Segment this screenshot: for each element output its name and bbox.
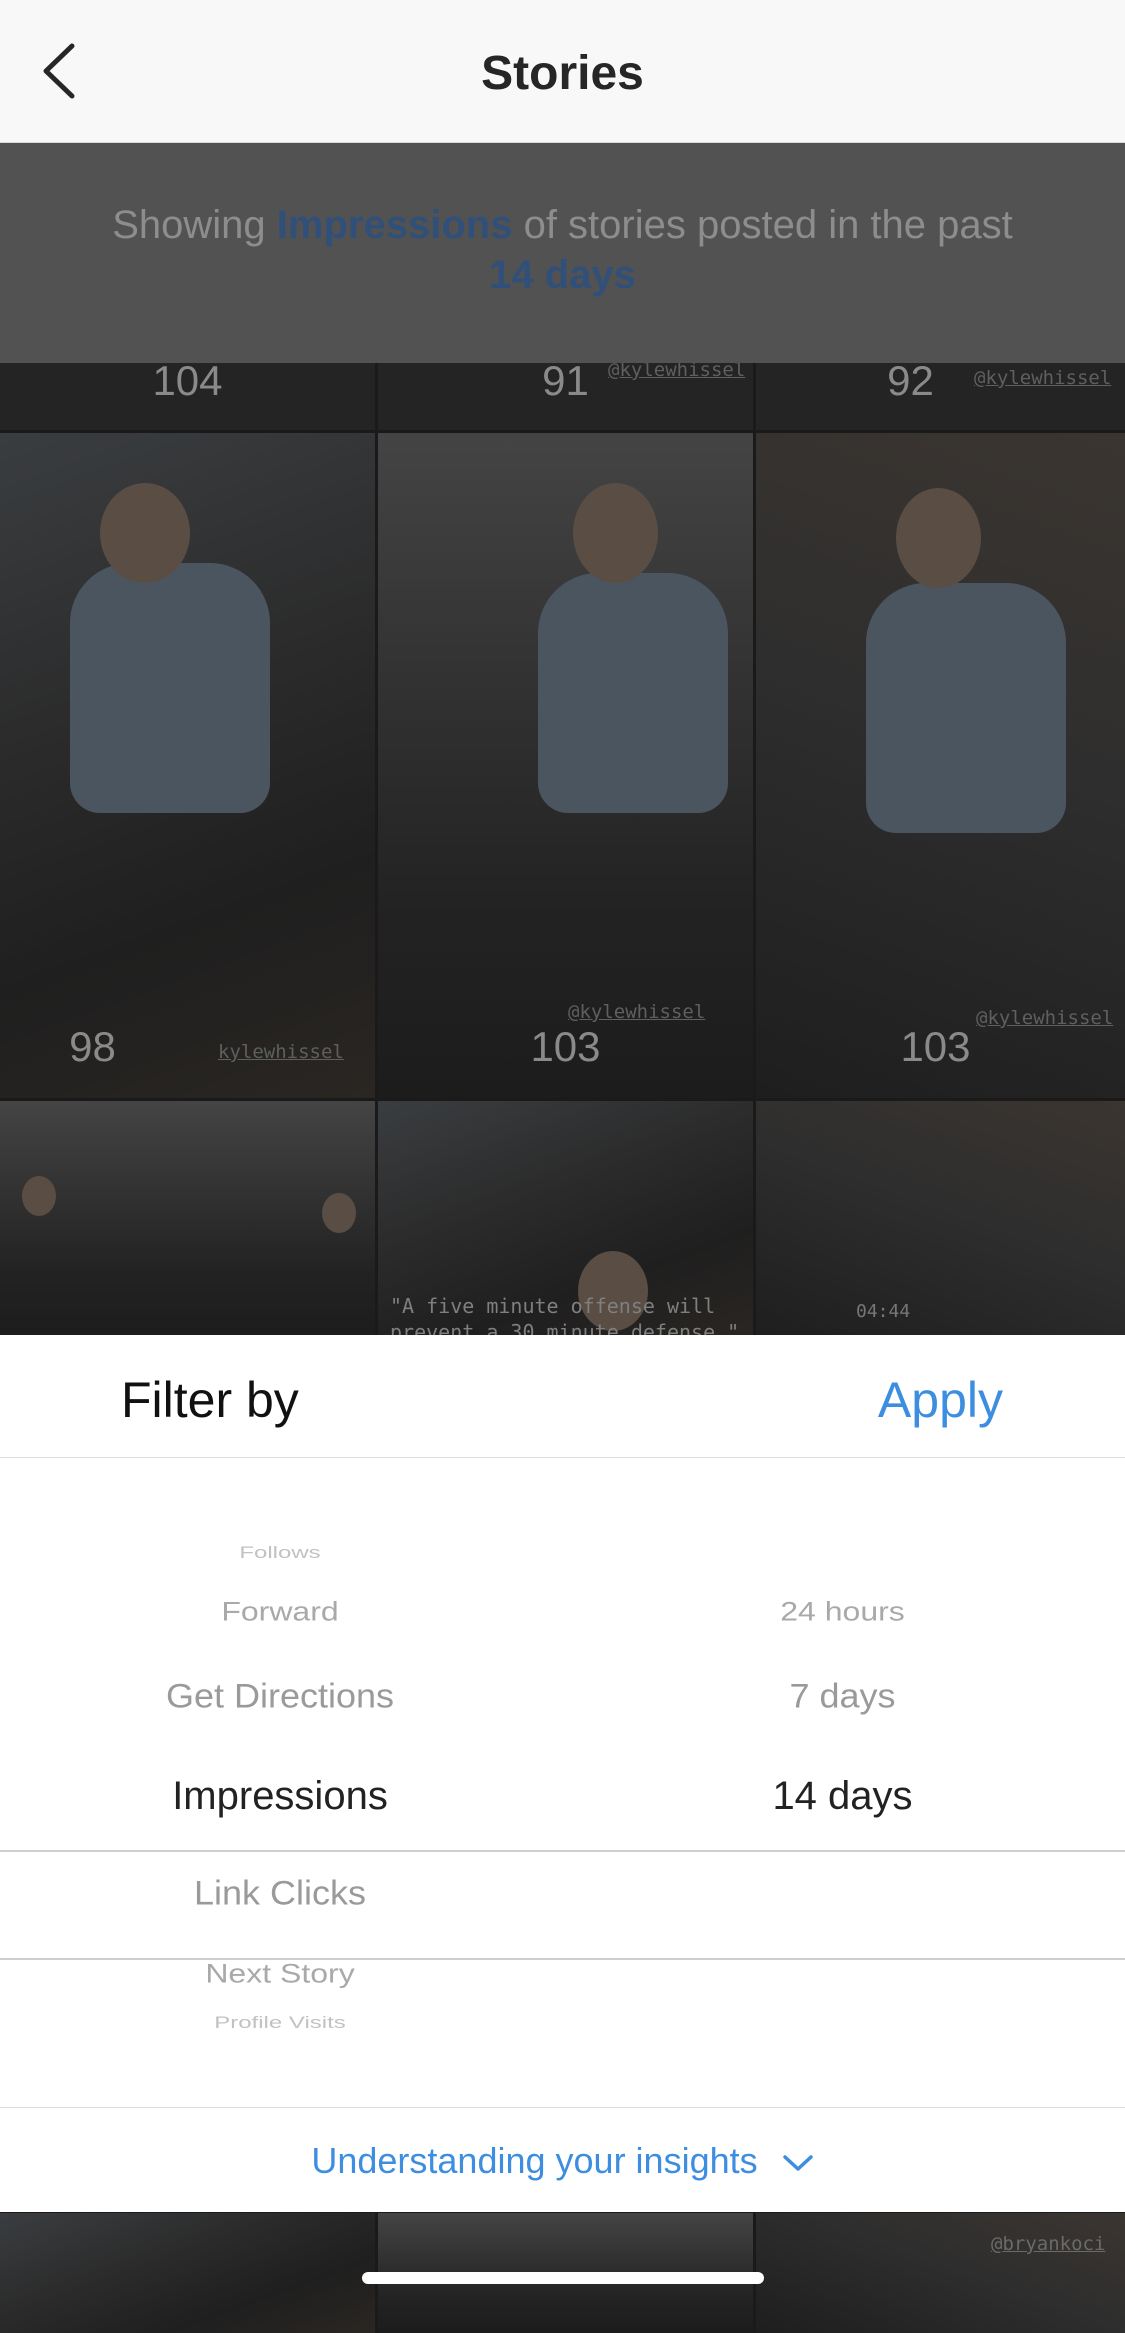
- story-tile[interactable]: 103 @kylewhissel: [378, 433, 753, 1098]
- story-photo: [70, 563, 270, 813]
- filter-sheet: Filter by Apply Follows Forward Get Dire…: [0, 1335, 1125, 2212]
- understanding-insights-link[interactable]: Understanding your insights: [0, 2140, 1125, 2182]
- picker-option-period[interactable]: 7 days: [620, 1676, 1065, 1716]
- story-photo: [538, 573, 728, 813]
- story-handle: @bryankoci: [991, 2233, 1106, 2255]
- page-title: Stories: [481, 47, 644, 100]
- story-tile[interactable]: 91 @kylewhissel: [378, 363, 753, 430]
- home-indicator[interactable]: [362, 2272, 764, 2284]
- filter-sheet-header: Filter by Apply: [0, 1335, 1125, 1458]
- story-tile[interactable]: 104: [0, 363, 375, 430]
- banner-metric: Impressions: [276, 203, 513, 247]
- story-tile[interactable]: 98 kylewhissel: [0, 433, 375, 1098]
- picker-option-period[interactable]: 24 hours: [620, 1596, 1065, 1627]
- story-impressions: 103: [900, 1023, 971, 1070]
- picker-option-metric[interactable]: Profile Visits: [0, 2013, 560, 2033]
- banner-middle: of stories posted in the past: [523, 203, 1013, 247]
- story-photo-head: [322, 1193, 356, 1233]
- story-handle: @kylewhissel: [974, 367, 1112, 389]
- story-impressions: 103: [530, 1023, 601, 1070]
- story-photo-head: [896, 488, 981, 588]
- story-handle: @kylewhissel: [608, 363, 746, 381]
- nav-bar: Stories: [0, 0, 1125, 143]
- story-tile[interactable]: 103 @kylewhissel: [756, 433, 1125, 1098]
- story-handle: kylewhissel: [218, 1041, 344, 1063]
- insights-footer: Understanding your insights: [0, 2107, 1125, 2213]
- chevron-down-icon: [782, 2155, 813, 2172]
- picker-option-metric[interactable]: Get Directions: [0, 1676, 560, 1716]
- banner-period: 14 days: [489, 253, 636, 297]
- story-photo-head: [22, 1176, 56, 1216]
- story-photo-head: [100, 483, 190, 583]
- story-tile[interactable]: [0, 1101, 375, 1341]
- story-tile[interactable]: [0, 2213, 375, 2333]
- banner-text: Showing Impressions of stories posted in…: [0, 203, 1125, 248]
- apply-button[interactable]: Apply: [878, 1371, 1003, 1429]
- story-handle: @kylewhissel: [568, 1001, 706, 1023]
- story-tile[interactable]: @bryankoci: [756, 2213, 1125, 2333]
- filter-summary-banner: Showing Impressions of stories posted in…: [0, 143, 1125, 363]
- picker-option-metric[interactable]: Link Clicks: [0, 1873, 560, 1913]
- story-photo-head: [573, 483, 658, 583]
- filter-by-label: Filter by: [121, 1372, 299, 1428]
- picker-option-metric-selected[interactable]: Impressions: [0, 1774, 560, 1819]
- story-tile[interactable]: 04:44: [756, 1101, 1125, 1341]
- picker-option-metric[interactable]: Next Story: [0, 1958, 560, 1989]
- insights-link-label: Understanding your insights: [311, 2140, 758, 2181]
- story-timestamp: 04:44: [856, 1301, 911, 1322]
- story-tile[interactable]: 92 @kylewhissel: [756, 363, 1125, 430]
- picker-option-period-selected[interactable]: 14 days: [620, 1774, 1065, 1819]
- story-impressions: 104: [152, 363, 223, 404]
- picker-option-metric[interactable]: Forward: [0, 1596, 560, 1627]
- story-handle: @kylewhissel: [976, 1007, 1114, 1029]
- filter-picker[interactable]: Follows Forward Get Directions Impressio…: [0, 1457, 1125, 2043]
- story-photo: [866, 583, 1066, 833]
- banner-prefix: Showing: [112, 203, 266, 247]
- picker-option-metric[interactable]: Follows: [0, 1543, 560, 1563]
